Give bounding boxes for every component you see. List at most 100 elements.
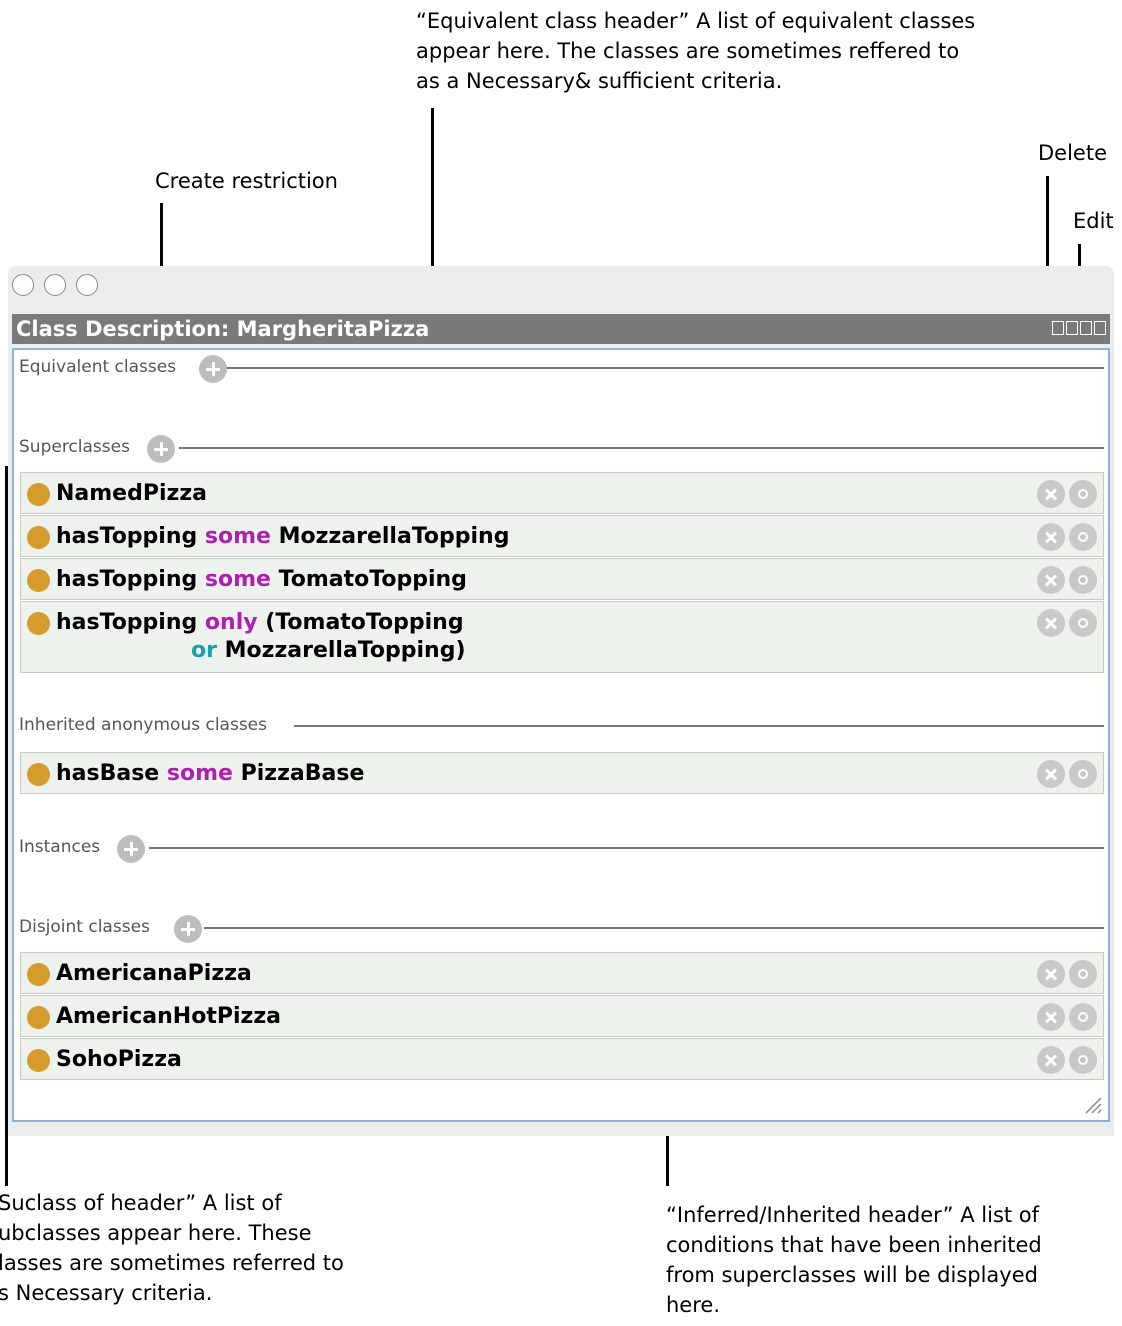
class-name: SohoPizza xyxy=(56,1047,182,1072)
add-disjoint-plus-icon[interactable] xyxy=(174,915,202,943)
annotation-line: from superclasses will be displayed xyxy=(666,1263,1038,1287)
class-name: (TomatoTopping xyxy=(265,610,464,635)
annotation-delete: Delete xyxy=(1038,141,1107,165)
edit-icon[interactable] xyxy=(1069,609,1097,637)
class-dot-icon xyxy=(27,612,50,635)
section-divider xyxy=(214,367,1104,369)
class-name: PizzaBase xyxy=(240,761,365,786)
class-dot-icon xyxy=(27,1006,50,1029)
list-item[interactable]: SohoPizza xyxy=(20,1038,1104,1080)
delete-icon[interactable] xyxy=(1037,960,1065,988)
annotation-line: “Equivalent class header” A list of equi… xyxy=(416,9,976,33)
annotation-subclass: Suclass of header” A list of ubclasses a… xyxy=(0,1188,344,1308)
section-label: Inherited anonymous classes xyxy=(19,710,273,740)
list-item[interactable]: hasBase some PizzaBase xyxy=(20,752,1104,794)
edit-icon[interactable] xyxy=(1069,523,1097,551)
section-instances: Instances xyxy=(14,832,1104,863)
list-item[interactable]: hasTopping some MozzarellaTopping xyxy=(20,515,1104,557)
class-description-window: Class Description: MargheritaPizza Equiv… xyxy=(8,266,1114,1136)
annotation-create-restriction: Create restriction xyxy=(155,169,338,193)
property-name: hasTopping xyxy=(56,524,198,549)
edit-icon[interactable] xyxy=(1069,1003,1097,1031)
section-disjoint-classes: Disjoint classes xyxy=(14,912,1104,943)
add-equivalent-plus-icon[interactable] xyxy=(199,355,227,383)
float-view-icon[interactable] xyxy=(1080,321,1092,335)
delete-icon[interactable] xyxy=(1037,566,1065,594)
section-superclasses: Superclasses xyxy=(14,432,1104,463)
delete-icon[interactable] xyxy=(1037,480,1065,508)
property-name: hasBase xyxy=(56,761,160,786)
class-expression: hasTopping some MozzarellaTopping xyxy=(56,520,509,554)
annotation-line: as a Necessary& sufficient criteria. xyxy=(416,69,783,93)
resize-grip-icon[interactable] xyxy=(1080,1092,1102,1114)
annotation-line: here. xyxy=(666,1293,720,1317)
split-horizontal-icon[interactable] xyxy=(1052,321,1064,335)
keyword: or xyxy=(191,638,217,663)
section-label: Equivalent classes xyxy=(19,352,183,382)
class-name: AmericanaPizza xyxy=(56,961,252,986)
list-item[interactable]: hasTopping some TomatoTopping xyxy=(20,558,1104,600)
section-label: Instances xyxy=(19,832,107,862)
keyword: some xyxy=(166,761,233,786)
class-dot-icon xyxy=(27,569,50,592)
section-divider xyxy=(204,927,1104,929)
list-item[interactable]: AmericanaPizza xyxy=(20,952,1104,994)
class-description-panel: Equivalent classes Superclasses NamedPiz… xyxy=(12,348,1110,1122)
edit-icon[interactable] xyxy=(1069,480,1097,508)
class-expression: NamedPizza xyxy=(56,477,207,511)
section-label: Superclasses xyxy=(19,432,136,462)
delete-icon[interactable] xyxy=(1037,1046,1065,1074)
section-inherited-anonymous-classes: Inherited anonymous classes xyxy=(14,710,1104,740)
minimize-window-button[interactable] xyxy=(44,274,66,296)
edit-icon[interactable] xyxy=(1069,566,1097,594)
annotation-inherited: “Inferred/Inherited header” A list of co… xyxy=(666,1200,1042,1320)
delete-icon[interactable] xyxy=(1037,1003,1065,1031)
delete-icon[interactable] xyxy=(1037,523,1065,551)
list-item[interactable]: NamedPizza xyxy=(20,472,1104,514)
split-vertical-icon[interactable] xyxy=(1066,321,1078,335)
annotation-line: conditions that have been inherited xyxy=(666,1233,1042,1257)
class-dot-icon xyxy=(27,963,50,986)
delete-icon[interactable] xyxy=(1037,760,1065,788)
class-name: MozzarellaTopping xyxy=(278,524,510,549)
annotation-line: appear here. The classes are sometimes r… xyxy=(416,39,960,63)
list-item[interactable]: hasTopping only (TomatoTopping or Mozzar… xyxy=(20,601,1104,673)
keyword: some xyxy=(204,524,271,549)
class-name: TomatoTopping xyxy=(278,567,467,592)
section-divider xyxy=(149,847,1104,849)
property-name: hasTopping xyxy=(56,567,198,592)
class-dot-icon xyxy=(27,763,50,786)
section-divider xyxy=(179,447,1104,449)
close-window-button[interactable] xyxy=(12,274,34,296)
annotation-line: lasses are sometimes referred to xyxy=(0,1251,344,1275)
annotation-line: ubclasses appear here. These xyxy=(0,1221,312,1245)
annotation-line: Suclass of header” A list of xyxy=(0,1191,282,1215)
class-dot-icon xyxy=(27,483,50,506)
class-expression: hasBase some PizzaBase xyxy=(56,757,364,791)
zoom-window-button[interactable] xyxy=(76,274,98,296)
view-title: Class Description: MargheritaPizza xyxy=(16,317,430,341)
delete-icon[interactable] xyxy=(1037,609,1065,637)
section-label: Disjoint classes xyxy=(19,912,156,942)
annotation-edit: Edit xyxy=(1073,209,1114,233)
class-dot-icon xyxy=(27,1049,50,1072)
edit-icon[interactable] xyxy=(1069,960,1097,988)
annotation-line: s Necessary criteria. xyxy=(0,1281,213,1305)
window-titlebar xyxy=(8,266,1114,312)
class-name: AmericanHotPizza xyxy=(56,1004,281,1029)
section-equivalent-classes: Equivalent classes xyxy=(14,352,1104,383)
add-superclass-plus-icon[interactable] xyxy=(147,435,175,463)
view-header: Class Description: MargheritaPizza xyxy=(12,314,1110,344)
class-dot-icon xyxy=(27,526,50,549)
list-item[interactable]: AmericanHotPizza xyxy=(20,995,1104,1037)
property-name: hasTopping xyxy=(56,610,198,635)
edit-icon[interactable] xyxy=(1069,1046,1097,1074)
class-expression: hasTopping some TomatoTopping xyxy=(56,563,467,597)
class-expression-continued: or MozzarellaTopping) xyxy=(191,634,466,668)
class-name: NamedPizza xyxy=(56,481,207,506)
view-header-buttons xyxy=(1052,321,1106,335)
close-view-icon[interactable] xyxy=(1094,321,1106,335)
keyword: only xyxy=(204,610,258,635)
edit-icon[interactable] xyxy=(1069,760,1097,788)
add-instance-plus-icon[interactable] xyxy=(117,835,145,863)
